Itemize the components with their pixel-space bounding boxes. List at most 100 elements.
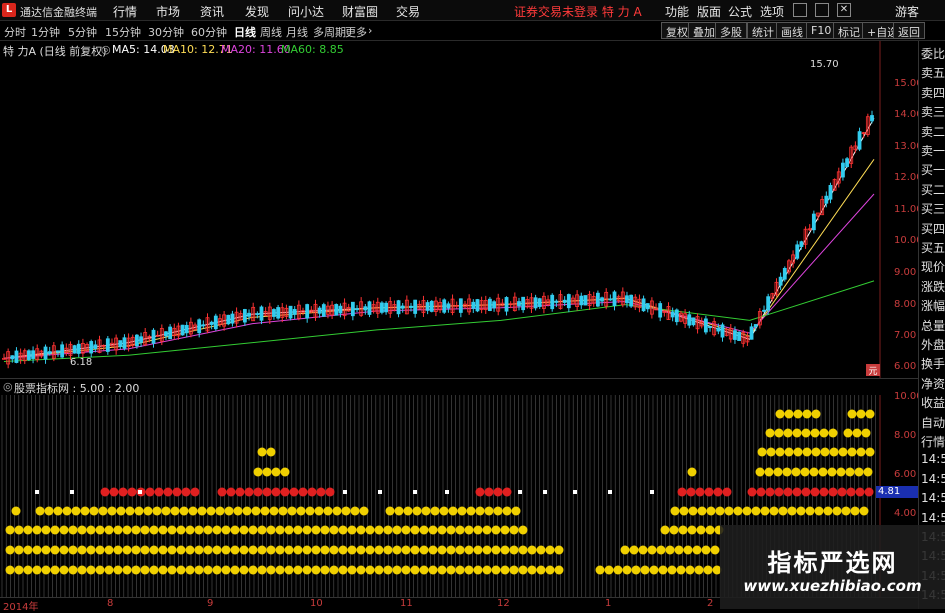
menu-options[interactable]: 选项	[760, 3, 784, 20]
side-panel-item[interactable]: 收益	[921, 394, 945, 411]
period-intraday[interactable]: 分时	[4, 24, 26, 40]
stats-button[interactable]: 统计	[747, 22, 779, 39]
period-5min[interactable]: 5分钟	[68, 24, 97, 40]
yellow-signal-dot	[248, 545, 258, 555]
side-panel-item[interactable]: 卖五	[921, 64, 945, 81]
side-panel-item[interactable]: 14:56	[921, 472, 945, 486]
menu-news[interactable]: 资讯	[200, 3, 224, 20]
period-1min[interactable]: 1分钟	[31, 24, 60, 40]
side-panel-item[interactable]: 涨幅	[921, 297, 945, 314]
menu-layout[interactable]: 版面	[697, 3, 721, 20]
side-panel-item[interactable]: 行情	[921, 433, 945, 450]
candle-body	[367, 301, 372, 315]
yellow-signal-dot	[412, 506, 422, 516]
white-marker	[543, 490, 547, 494]
side-panel-item[interactable]: 14:56	[921, 511, 945, 525]
side-panel-item[interactable]: 涨跌	[921, 278, 945, 295]
yellow-signal-dot	[631, 565, 641, 575]
yellow-signal-dot	[248, 565, 258, 575]
yellow-signal-dot	[365, 545, 375, 555]
side-panel-item[interactable]: 现价	[921, 258, 945, 275]
red-signal-dot	[695, 487, 705, 497]
menu-ask[interactable]: 问小达	[288, 3, 324, 20]
menu-market-quotes[interactable]: 行情	[113, 3, 137, 20]
chevron-right-icon[interactable]: ›	[368, 24, 372, 37]
period-multi[interactable]: 多周期	[313, 24, 346, 40]
side-panel-item[interactable]: 买二	[921, 181, 945, 198]
menu-market[interactable]: 市场	[156, 3, 180, 20]
period-weekly[interactable]: 周线	[260, 24, 282, 40]
side-panel-item[interactable]: 卖三	[921, 103, 945, 120]
maximize-icon[interactable]	[815, 3, 829, 17]
side-panel-item[interactable]: 买五	[921, 239, 945, 256]
guest-label[interactable]: 游客	[895, 3, 919, 20]
yellow-signal-dot	[847, 447, 857, 457]
yellow-signal-dot	[323, 506, 333, 516]
side-panel-item[interactable]: 自动	[921, 414, 945, 431]
yellow-signal-dot	[383, 525, 393, 535]
menu-wealth[interactable]: 财富圈	[342, 3, 378, 20]
yellow-signal-dot	[140, 565, 150, 575]
mark-button[interactable]: 标记	[833, 22, 865, 39]
yellow-signal-dot	[5, 525, 15, 535]
side-panel-item[interactable]: 委比	[921, 45, 945, 62]
back-button[interactable]: 返回	[893, 22, 925, 39]
yellow-signal-dot	[269, 506, 279, 516]
kline-chart[interactable]: 特 力A (日线 前复权) ◎ MA5: 14.03 MA10: 12.71 M…	[0, 41, 923, 378]
minimize-icon[interactable]	[793, 3, 807, 17]
side-panel-item[interactable]: 买一	[921, 161, 945, 178]
yellow-signal-dot	[251, 506, 261, 516]
yellow-signal-dot	[828, 428, 838, 438]
f10-button[interactable]: F10	[806, 22, 837, 39]
yellow-signal-dot	[320, 545, 330, 555]
yellow-signal-dot	[437, 545, 447, 555]
menu-trade[interactable]: 交易	[396, 3, 420, 20]
side-panel-item[interactable]: 换手	[921, 355, 945, 372]
yellow-signal-dot	[500, 565, 510, 575]
side-panel-item[interactable]: 14:56	[921, 452, 945, 466]
period-monthly[interactable]: 月线	[286, 24, 308, 40]
side-panel-item[interactable]: 总量	[921, 317, 945, 334]
period-more[interactable]: 更多	[345, 24, 367, 40]
period-15min[interactable]: 15分钟	[105, 24, 141, 40]
menu-formula[interactable]: 公式	[728, 3, 752, 20]
side-panel-item[interactable]: 卖二	[921, 123, 945, 140]
side-panel-item[interactable]: 净资	[921, 375, 945, 392]
draw-button[interactable]: 画线	[776, 22, 808, 39]
yellow-signal-dot	[311, 545, 321, 555]
yellow-signal-dot	[98, 506, 108, 516]
side-panel-item[interactable]: 卖一	[921, 142, 945, 159]
red-signal-dot	[747, 487, 757, 497]
white-marker	[445, 490, 449, 494]
period-daily[interactable]: 日线	[234, 24, 256, 40]
yellow-signal-dot	[796, 506, 806, 516]
candle-body	[429, 300, 434, 312]
menu-discover[interactable]: 发现	[245, 3, 269, 20]
yellow-signal-dot	[50, 565, 60, 575]
side-panel-item[interactable]: 买四	[921, 220, 945, 237]
yellow-signal-dot	[751, 506, 761, 516]
side-panel-item[interactable]: 卖四	[921, 84, 945, 101]
menu-function[interactable]: 功能	[665, 3, 689, 20]
multi-stock-button[interactable]: 多股	[715, 22, 747, 39]
yellow-signal-dot	[464, 525, 474, 535]
yellow-signal-dot	[697, 506, 707, 516]
yellow-signal-dot	[809, 467, 819, 477]
period-30min[interactable]: 30分钟	[148, 24, 184, 40]
yellow-signal-dot	[622, 565, 632, 575]
kline-plot	[2, 41, 881, 378]
gear-icon[interactable]: ◎	[3, 380, 13, 393]
period-60min[interactable]: 60分钟	[191, 24, 227, 40]
side-panel-item[interactable]: 外盘	[921, 336, 945, 353]
yellow-signal-dot	[791, 467, 801, 477]
side-panel-item[interactable]: 14:56	[921, 491, 945, 505]
candle-body	[27, 350, 31, 360]
close-icon[interactable]: ✕	[837, 3, 851, 17]
candle-body	[533, 297, 538, 309]
candle-body	[600, 297, 604, 302]
yellow-signal-dot	[500, 525, 510, 535]
candle-body	[230, 313, 235, 324]
side-panel-item[interactable]: 买三	[921, 200, 945, 217]
yellow-signal-dot	[692, 545, 702, 555]
yellow-signal-dot	[838, 447, 848, 457]
